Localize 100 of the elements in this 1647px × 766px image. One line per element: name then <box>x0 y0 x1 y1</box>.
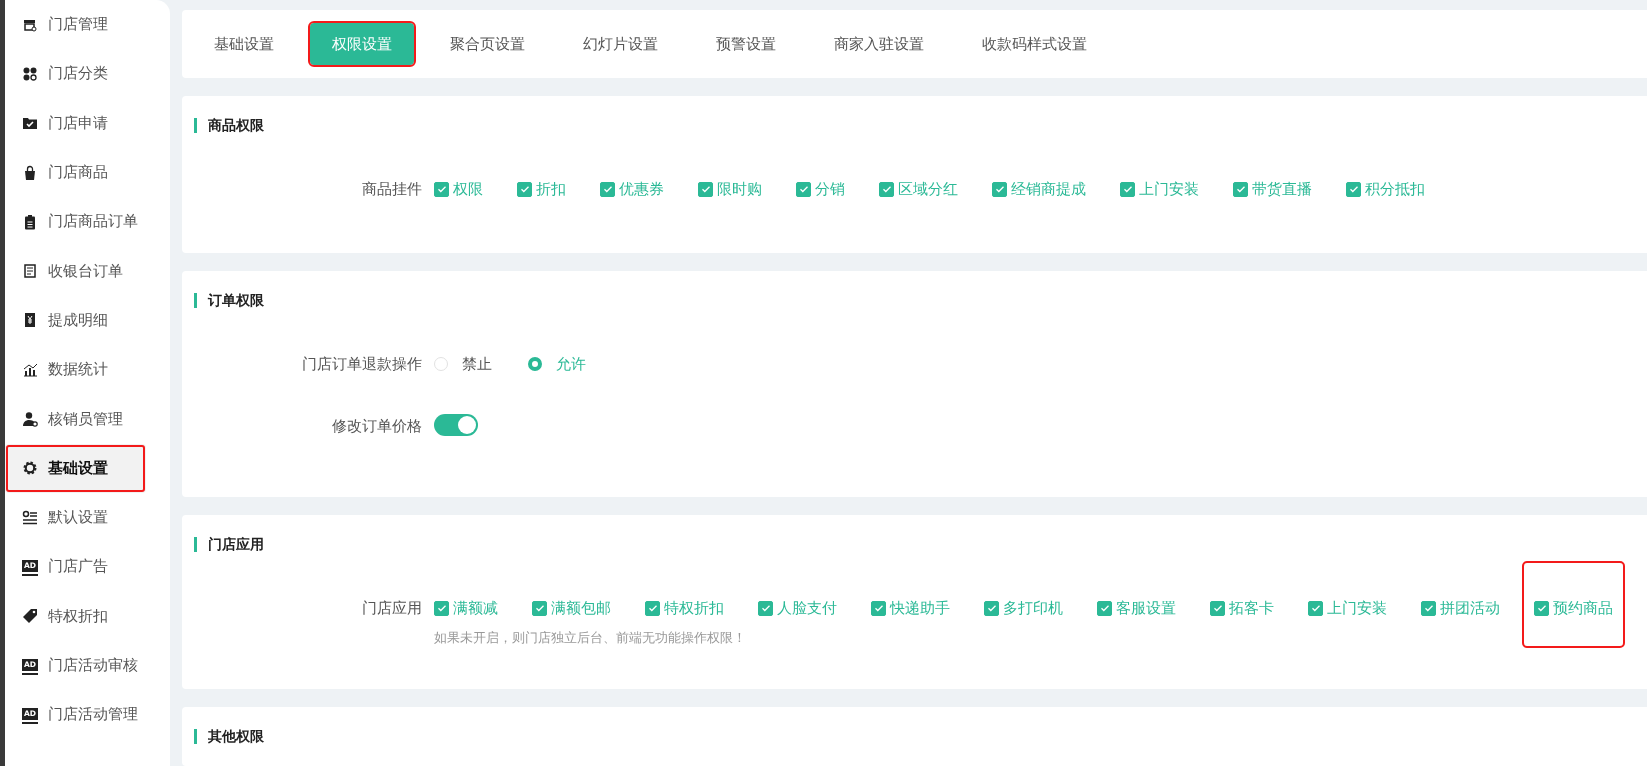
checkbox-label: 带货直播 <box>1252 179 1312 199</box>
checkbox[interactable] <box>984 600 999 616</box>
checkbox[interactable] <box>1210 600 1225 616</box>
checkbox-label: 人脸支付 <box>777 598 837 618</box>
checkbox-option[interactable]: 人脸支付 <box>758 598 837 618</box>
bar-chart-icon <box>22 361 38 378</box>
checkbox-label: 快递助手 <box>890 598 950 618</box>
tag-icon <box>22 608 38 625</box>
tab[interactable]: 幻灯片设置 <box>561 23 680 65</box>
sidebar-label: 基础设置 <box>48 458 108 478</box>
checkbox[interactable] <box>532 600 547 616</box>
checkbox[interactable] <box>871 600 886 616</box>
checkbox-option[interactable]: 快递助手 <box>871 598 950 618</box>
checkbox[interactable] <box>600 181 615 197</box>
checkbox-option[interactable]: 折扣 <box>517 179 566 199</box>
tab[interactable]: 收款码样式设置 <box>960 23 1109 65</box>
checkbox-option[interactable]: 积分抵扣 <box>1346 179 1425 199</box>
section-title: 商品权限 <box>194 118 1647 133</box>
checkbox-label: 满额减 <box>453 598 498 618</box>
checkbox[interactable] <box>758 600 773 616</box>
checkbox[interactable] <box>698 181 713 197</box>
radio-option[interactable]: 禁止 <box>434 354 492 374</box>
checkbox-option[interactable]: 拓客卡 <box>1210 598 1274 618</box>
checkbox-option[interactable]: 特权折扣 <box>645 598 724 618</box>
sidebar-label: 收银台订单 <box>48 261 123 281</box>
sidebar-item[interactable]: 特权折扣 <box>5 591 170 641</box>
checkbox[interactable] <box>517 181 532 197</box>
checkbox-option[interactable]: 预约商品 <box>1524 562 1623 646</box>
radio-button[interactable] <box>528 357 542 371</box>
checkbox-option[interactable]: 客服设置 <box>1097 598 1176 618</box>
tab[interactable]: 权限设置 <box>310 23 414 65</box>
checkbox[interactable] <box>1346 181 1361 197</box>
checkbox[interactable] <box>1308 600 1323 616</box>
checkbox-label: 上门安装 <box>1139 179 1199 199</box>
checkbox-label: 特权折扣 <box>664 598 724 618</box>
checkbox[interactable] <box>879 181 894 197</box>
list-icon <box>22 509 38 526</box>
checkbox[interactable] <box>1421 600 1436 616</box>
sidebar-item[interactable]: 基础设置 <box>5 443 146 493</box>
checkbox-option[interactable]: 满额包邮 <box>532 598 611 618</box>
checkbox-label: 区域分红 <box>898 179 958 199</box>
hint-text: 如果未开启，则门店独立后台、前端无功能操作权限！ <box>434 630 747 647</box>
checkbox-option[interactable]: 优惠券 <box>600 179 664 199</box>
checkbox-label: 分销 <box>815 179 845 199</box>
checkbox[interactable] <box>1120 181 1135 197</box>
checkbox[interactable] <box>992 181 1007 197</box>
sidebar-item[interactable]: 默认设置 <box>5 492 170 543</box>
radio-option[interactable]: 允许 <box>528 354 586 374</box>
checkbox-option[interactable]: 权限 <box>434 179 483 199</box>
sidebar-item[interactable]: 门店商品 <box>5 147 170 198</box>
grid-icon <box>22 65 38 82</box>
sidebar-item[interactable]: 门店申请 <box>5 98 170 148</box>
checkbox-label: 预约商品 <box>1553 598 1613 618</box>
sidebar-item[interactable]: 提成明细 <box>5 295 170 346</box>
checkbox-option[interactable]: 带货直播 <box>1233 179 1312 199</box>
sidebar-label: 门店商品订单 <box>48 212 138 232</box>
checkbox-option[interactable]: 上门安装 <box>1120 179 1199 199</box>
checkbox[interactable] <box>1097 600 1112 616</box>
checkbox-label: 拓客卡 <box>1229 598 1274 618</box>
checkbox-option[interactable]: 满额减 <box>434 598 498 618</box>
checkbox-label: 折扣 <box>536 179 566 199</box>
yen-icon <box>22 312 38 329</box>
bag-icon <box>22 164 38 181</box>
tab[interactable]: 商家入驻设置 <box>812 23 946 65</box>
sidebar-label: 默认设置 <box>48 508 108 528</box>
checkbox-option[interactable]: 区域分红 <box>879 179 958 199</box>
checkbox[interactable] <box>1534 600 1549 616</box>
checkbox[interactable] <box>645 600 660 616</box>
sidebar-item[interactable]: 门店商品订单 <box>5 197 170 247</box>
tab[interactable]: 聚合页设置 <box>428 23 547 65</box>
checkbox-option[interactable]: 多打印机 <box>984 598 1063 618</box>
checkbox[interactable] <box>434 600 449 616</box>
tab[interactable]: 基础设置 <box>192 23 296 65</box>
checkbox-label: 限时购 <box>717 179 762 199</box>
sidebar-item[interactable]: 数据统计 <box>5 345 170 395</box>
sidebar-label: 数据统计 <box>48 360 108 380</box>
tab[interactable]: 预警设置 <box>694 23 798 65</box>
user-icon <box>22 411 38 427</box>
sidebar-item[interactable]: 门店分类 <box>5 49 170 99</box>
toggle-switch[interactable] <box>434 414 478 436</box>
checkbox-option[interactable]: 上门安装 <box>1308 598 1387 618</box>
sidebar-label: 提成明细 <box>48 310 108 330</box>
sidebar-label: 门店活动审核 <box>48 656 138 675</box>
checkbox-label: 拼团活动 <box>1440 598 1500 618</box>
checkbox-label: 优惠券 <box>619 179 664 199</box>
field-label: 门店订单退款操作 <box>301 355 423 374</box>
checkbox-option[interactable]: 经销商提成 <box>992 179 1086 199</box>
checkbox-option[interactable]: 拼团活动 <box>1421 598 1500 618</box>
settings-icon <box>22 460 38 477</box>
sidebar-item[interactable]: 收银台订单 <box>5 246 170 296</box>
checkbox[interactable] <box>434 181 449 197</box>
checkbox[interactable] <box>796 181 811 197</box>
checkbox-option[interactable]: 分销 <box>796 179 845 199</box>
checkbox-label: 上门安装 <box>1327 598 1387 618</box>
sidebar-item[interactable]: 核销员管理 <box>5 394 170 444</box>
checkbox-option[interactable]: 限时购 <box>698 179 762 199</box>
section-title: 其他权限 <box>194 729 1647 744</box>
sidebar-item[interactable]: 门店管理 <box>5 0 170 50</box>
checkbox[interactable] <box>1233 181 1248 197</box>
checkbox-label: 积分抵扣 <box>1365 179 1425 199</box>
